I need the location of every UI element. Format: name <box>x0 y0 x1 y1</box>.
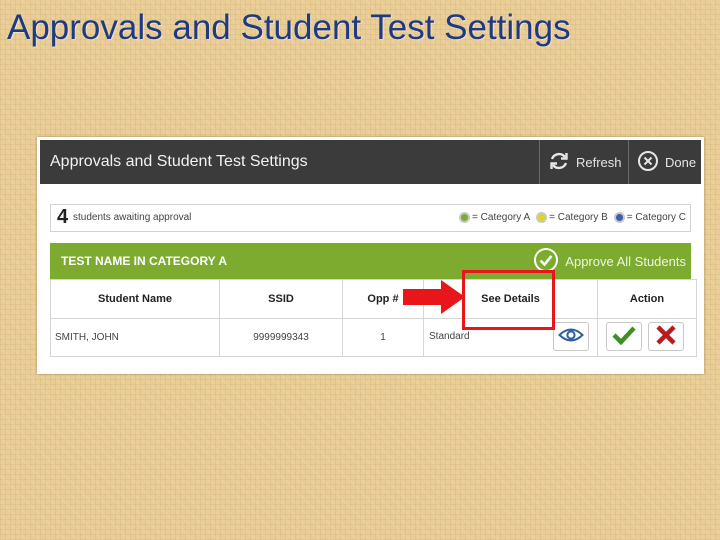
action-cell <box>597 318 697 357</box>
blue-dot-icon <box>613 212 625 223</box>
test-name: TEST NAME IN CATEGORY A <box>61 254 228 268</box>
category-legend: = Category A = Category B = Category C <box>459 212 686 223</box>
legend-label: = Category B <box>549 212 608 223</box>
legend-category-c: = Category C <box>613 212 686 223</box>
deny-button[interactable] <box>648 322 684 351</box>
green-dot-icon <box>459 212 471 223</box>
view-details-button[interactable] <box>553 322 589 351</box>
student-ssid: 9999999343 <box>219 318 343 357</box>
refresh-label: Refresh <box>576 154 622 170</box>
approve-all-button[interactable]: Approve All Students <box>533 243 686 279</box>
yellow-dot-icon <box>536 212 548 223</box>
details-text: Standard <box>429 331 470 342</box>
legend-category-b: = Category B <box>536 212 608 223</box>
x-icon <box>655 324 677 349</box>
awaiting-count: 4 <box>57 206 69 228</box>
student-name: SMITH, JOHN <box>50 318 220 357</box>
window-titlebar: Approvals and Student Test Settings Refr… <box>40 140 701 184</box>
header-ssid: SSID <box>219 279 343 319</box>
legend-category-a: = Category A <box>459 212 530 223</box>
test-group-header: TEST NAME IN CATEGORY A Approve All Stud… <box>50 243 691 279</box>
opportunity-number: 1 <box>342 318 424 357</box>
table-header-row: Student Name SSID Opp # See Details Acti… <box>50 279 697 319</box>
approve-all-label: Approve All Students <box>565 253 686 269</box>
header-student-name: Student Name <box>50 279 220 319</box>
arrow-right-icon <box>403 280 465 319</box>
approval-summary: 4 students awaiting approval = Category … <box>50 204 691 232</box>
approve-button[interactable] <box>606 322 642 351</box>
see-details-highlight <box>462 270 555 330</box>
table-row: SMITH, JOHN 9999999343 1 Standard <box>50 318 697 357</box>
app-screenshot: Approvals and Student Test Settings Refr… <box>37 137 704 374</box>
awaiting-text: students awaiting approval <box>73 212 192 223</box>
done-button[interactable]: Done <box>628 140 701 184</box>
checkmark-icon <box>612 325 636 348</box>
done-label: Done <box>665 154 697 170</box>
students-table: Student Name SSID Opp # See Details Acti… <box>50 279 697 357</box>
legend-label: = Category C <box>626 212 686 223</box>
close-circle-icon <box>637 150 659 175</box>
legend-label: = Category A <box>472 212 531 223</box>
window-title: Approvals and Student Test Settings <box>50 153 308 170</box>
header-action: Action <box>597 279 697 319</box>
refresh-icon <box>548 150 570 175</box>
refresh-button[interactable]: Refresh <box>539 140 628 184</box>
eye-icon <box>558 327 584 346</box>
slide-title: Approvals and Student Test Settings <box>7 8 571 47</box>
